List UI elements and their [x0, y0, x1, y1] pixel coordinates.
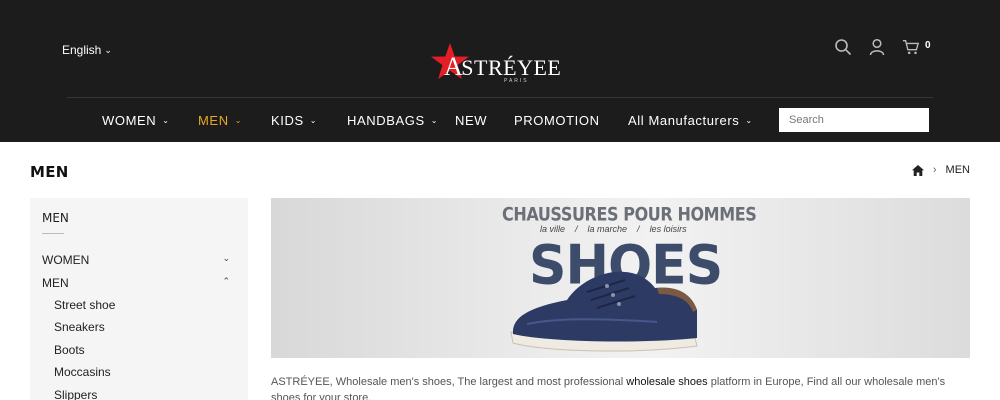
category-sidebar: MEN WOMEN ⌄ MEN ⌃ Street shoe Sneakers B…: [30, 198, 248, 400]
nav-divider: [67, 97, 933, 98]
language-selector[interactable]: English ⌄: [62, 43, 112, 57]
sidebar-subitem-moccasins[interactable]: Moccasins: [54, 365, 111, 379]
search-icon[interactable]: [834, 38, 852, 56]
banner-tags: la ville / la marche / les loisirs: [540, 224, 687, 234]
cart-button[interactable]: 0: [902, 38, 932, 58]
nav-item-all-manufacturers[interactable]: All Manufacturers ⌄: [628, 113, 753, 128]
chevron-down-icon: ⌄: [309, 116, 318, 125]
sidebar-subitem-slippers[interactable]: Slippers: [54, 388, 97, 400]
breadcrumb-current: MEN: [945, 164, 970, 176]
category-description: ASTRÉYEE, Wholesale men's shoes, The lar…: [271, 376, 946, 400]
chevron-down-icon: ⌄: [430, 116, 439, 125]
shoe-image: [510, 271, 698, 352]
chevron-down-icon: ⌄: [234, 116, 243, 125]
logo-tagline: PARIS: [504, 78, 529, 84]
cart-count: 0: [925, 40, 931, 51]
home-icon[interactable]: [911, 164, 924, 176]
chevron-down-icon: ⌄: [745, 116, 753, 125]
nav-item-kids[interactable]: KIDS ⌄: [271, 113, 317, 128]
logo-wordmark: ASTRÉYEE: [444, 52, 562, 81]
sidebar-item-women[interactable]: WOMEN ⌄: [42, 253, 230, 267]
sidebar-subitem-sneakers[interactable]: Sneakers: [54, 320, 105, 334]
search-input[interactable]: [779, 108, 929, 132]
nav-item-new[interactable]: NEW: [455, 113, 487, 128]
header-actions: 0: [834, 38, 932, 58]
chevron-up-icon[interactable]: ⌃: [222, 276, 230, 290]
site-logo[interactable]: ASTRÉYEE PARIS: [430, 42, 575, 87]
nav-item-women[interactable]: WOMEN ⌄: [102, 113, 170, 128]
sidebar-title: MEN: [42, 211, 69, 225]
nav-item-promotion[interactable]: PROMOTION: [514, 113, 600, 128]
breadcrumb-separator: ›: [932, 164, 937, 176]
breadcrumb: › MEN: [911, 164, 970, 176]
cart-icon: [902, 40, 920, 55]
sidebar-title-divider: [42, 233, 64, 234]
wholesale-shoes-link[interactable]: wholesale shoes: [626, 376, 707, 388]
chevron-down-icon: ⌄: [162, 116, 170, 125]
chevron-down-icon: ⌄: [104, 44, 112, 55]
chevron-down-icon[interactable]: ⌄: [222, 253, 230, 267]
sidebar-item-men[interactable]: MEN ⌃: [42, 276, 230, 290]
sidebar-subitem-boots[interactable]: Boots: [54, 343, 85, 357]
language-label: English: [62, 43, 102, 57]
site-header: English ⌄ ASTRÉYEE PARIS 0 WOMEN ⌄ MEN ⌄…: [0, 0, 1000, 142]
banner-headline: CHAUSSURES POUR HOMMES: [502, 203, 757, 225]
category-banner: CHAUSSURES POUR HOMMES la ville / la mar…: [271, 198, 970, 358]
nav-item-men[interactable]: MEN ⌄: [198, 113, 242, 128]
user-icon[interactable]: [868, 38, 886, 56]
page-title: MEN: [30, 163, 69, 181]
nav-item-handbags[interactable]: HANDBAGS ⌄: [347, 113, 438, 128]
sidebar-subitem-street-shoe[interactable]: Street shoe: [54, 298, 115, 312]
